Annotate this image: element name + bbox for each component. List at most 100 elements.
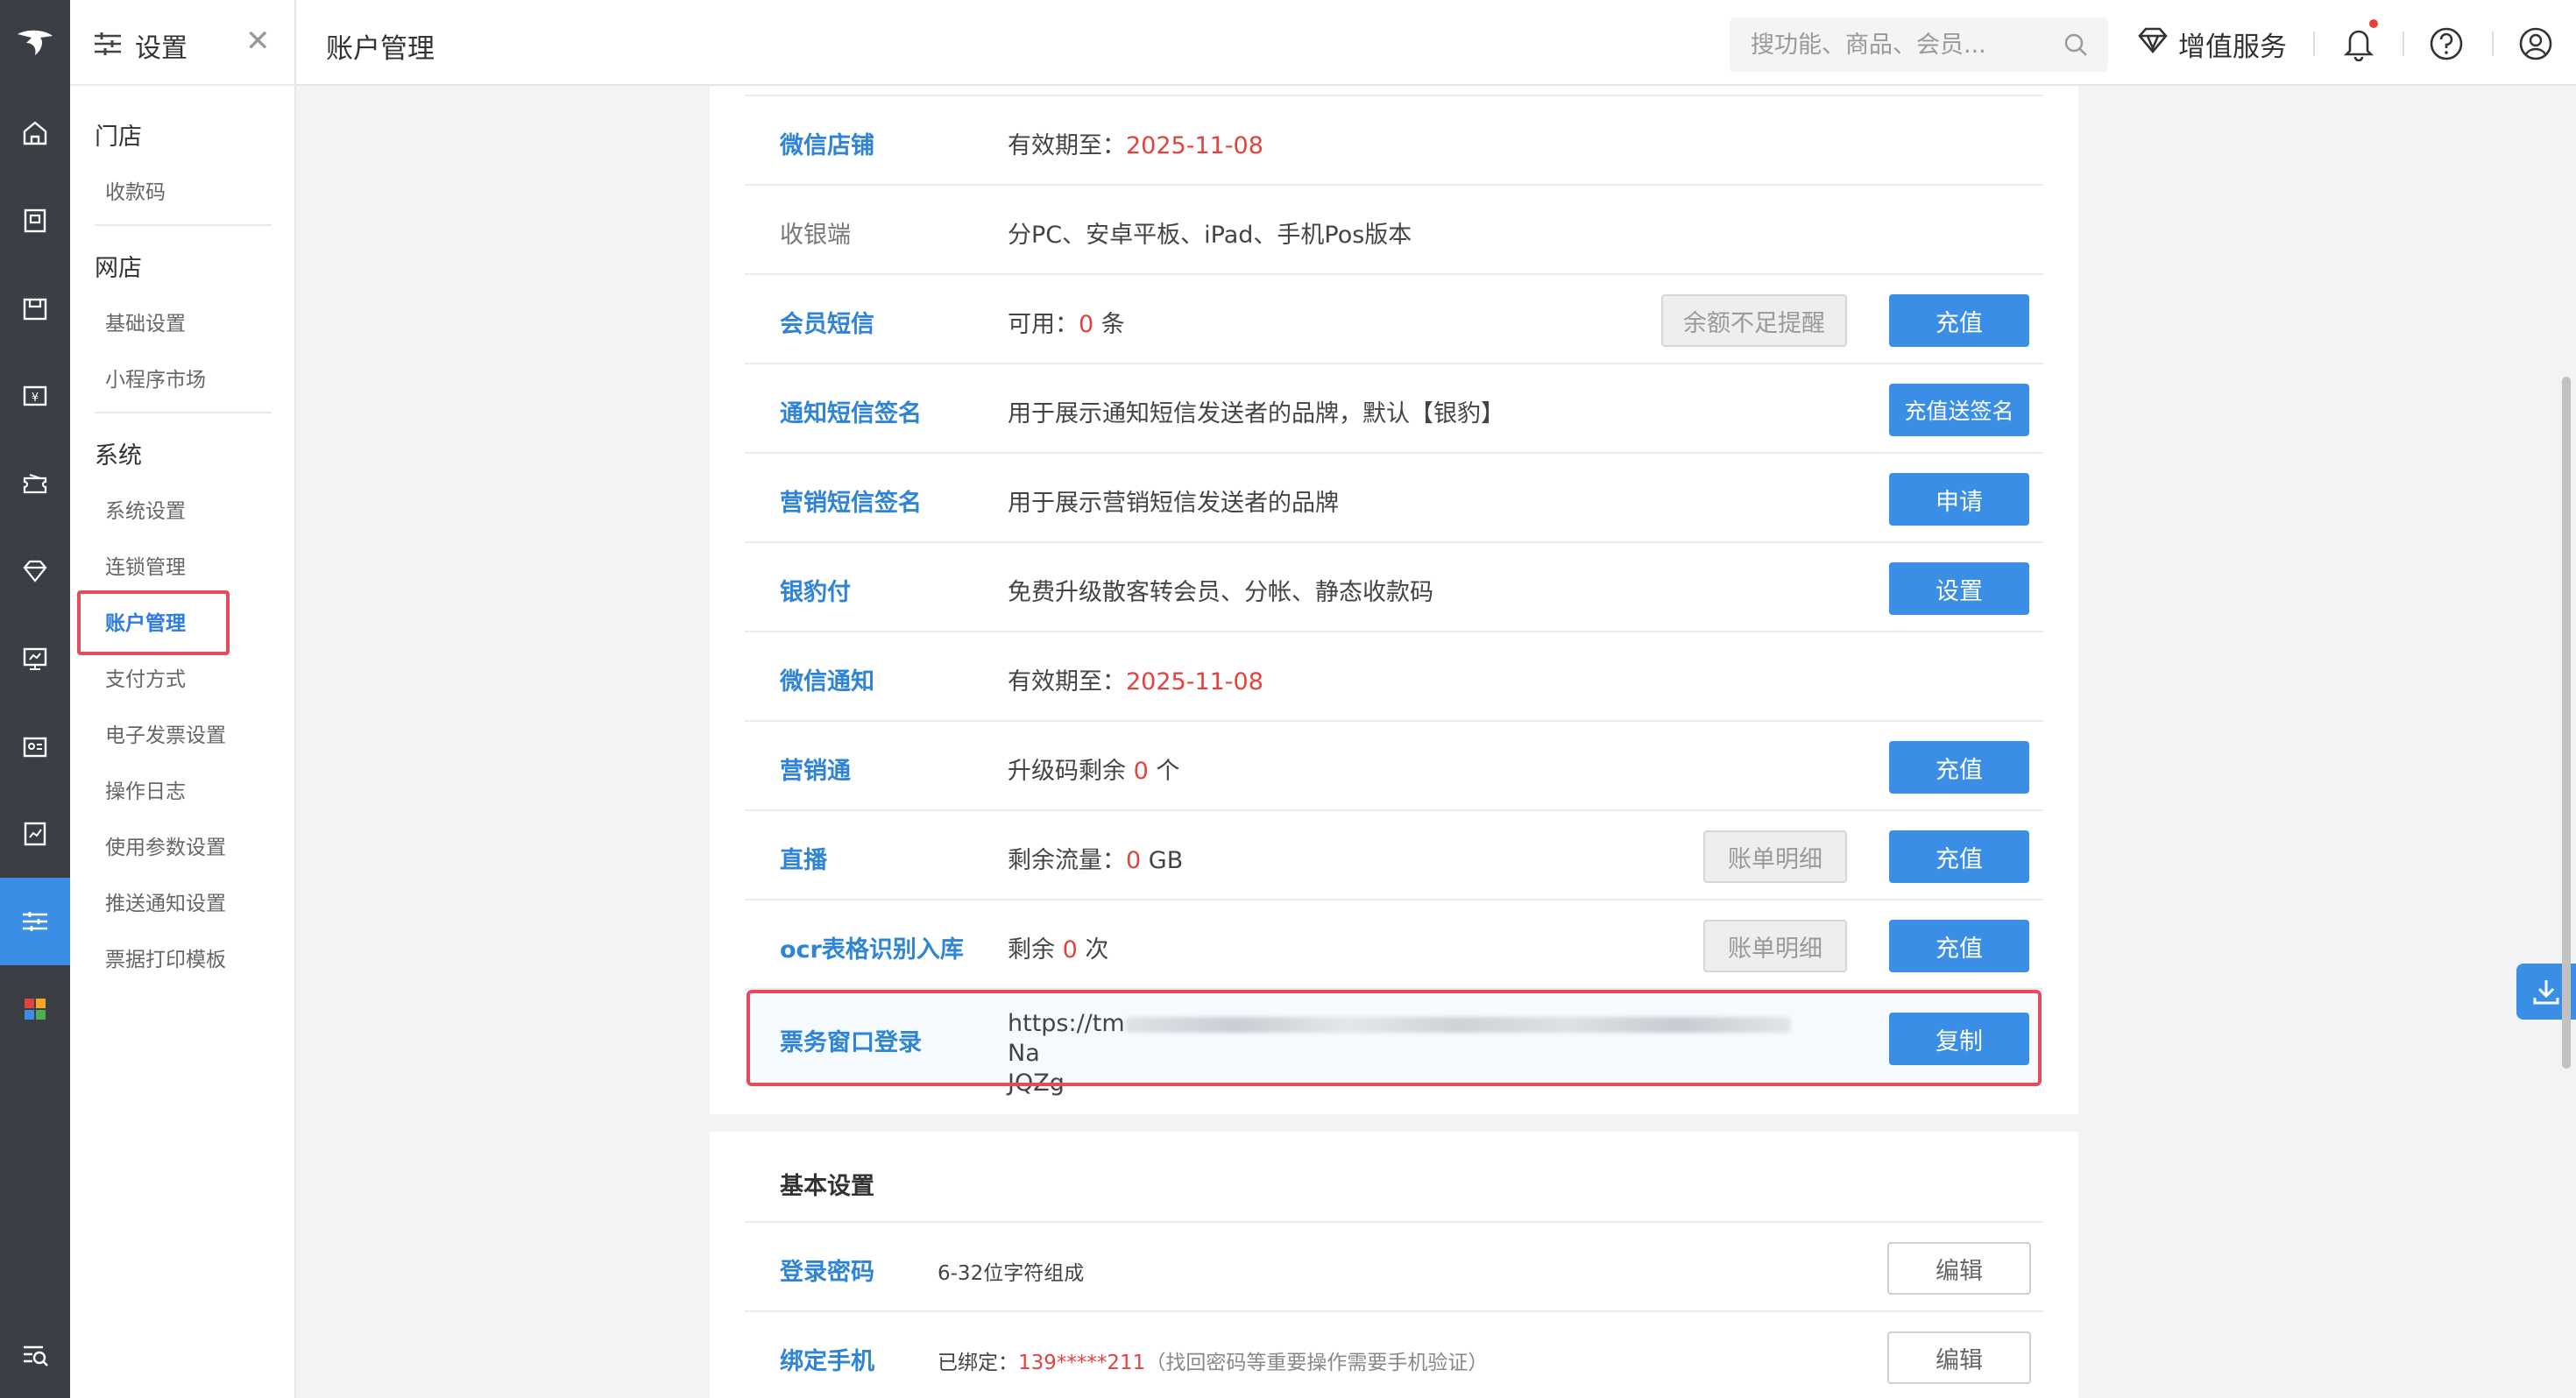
service-name[interactable]: 营销短信签名 <box>780 484 922 518</box>
service-name[interactable]: 直播 <box>780 841 827 875</box>
store-icon[interactable] <box>0 265 70 352</box>
services-card: 微信店铺 有效期至：2025-11-08 收银端 分PC、安卓平板、iPad、手… <box>710 86 2078 1114</box>
low-balance-reminder-button[interactable]: 余额不足提醒 <box>1661 294 1847 347</box>
screen-icon[interactable] <box>0 615 70 703</box>
top-bar: 账户管理 增值服务 <box>296 0 2576 86</box>
sidebar-item-receipt-template[interactable]: 票据打印模板 <box>105 943 226 972</box>
sidebar-item-operation-log[interactable]: 操作日志 <box>105 774 186 804</box>
bill-details-button[interactable]: 账单明细 <box>1703 830 1847 883</box>
search-input[interactable] <box>1751 28 2049 61</box>
recharge-signature-button[interactable]: 充值送签名 <box>1889 384 2029 436</box>
upgrade-code-count: 0 <box>1133 758 1149 785</box>
goods-icon[interactable] <box>0 177 70 265</box>
sms-count: 0 <box>1079 311 1094 338</box>
divider <box>95 412 272 413</box>
help-icon[interactable] <box>2429 26 2464 65</box>
scrollbar[interactable] <box>2562 377 2571 1069</box>
apply-button[interactable]: 申请 <box>1889 473 2029 526</box>
service-row-member-sms: 会员短信 可用：0 条 余额不足提醒 充值 <box>745 275 2043 364</box>
active-item-highlight <box>77 590 230 655</box>
group-label-online-store: 网店 <box>95 255 142 282</box>
sidebar-item-basic-settings[interactable]: 基础设置 <box>105 307 186 336</box>
service-row-live: 直播 剩余流量：0 GB 账单明细 充值 <box>745 811 2043 900</box>
marketing-icon[interactable] <box>0 440 70 527</box>
sidebar-item-e-invoice-settings[interactable]: 电子发票设置 <box>105 718 226 748</box>
copy-button[interactable]: 复制 <box>1889 1013 2029 1065</box>
service-desc: 可用：0 条 <box>1008 311 1125 338</box>
service-row-cashier: 收银端 分PC、安卓平板、iPad、手机Pos版本 <box>745 186 2043 275</box>
logo-icon[interactable] <box>0 0 70 86</box>
service-desc: 剩余 0 次 <box>1008 936 1109 964</box>
staff-icon[interactable] <box>0 703 70 790</box>
sidebar-item-payment-methods[interactable]: 支付方式 <box>105 662 186 692</box>
notification-dot <box>2369 19 2378 28</box>
divider <box>2403 32 2404 56</box>
value-added-label: 增值服务 <box>2178 31 2287 63</box>
sidebar-title: 设置 <box>135 33 188 64</box>
setting-name: 绑定手机 <box>780 1348 874 1375</box>
service-desc: 有效期至：2025-11-08 <box>1008 668 1263 695</box>
recharge-button[interactable]: 充值 <box>1889 920 2029 972</box>
group-label-system: 系统 <box>95 442 142 470</box>
search-menu-icon[interactable] <box>0 1310 70 1398</box>
service-row-wechat-store: 微信店铺 有效期至：2025-11-08 <box>745 96 2043 186</box>
recharge-button[interactable]: 充值 <box>1889 294 2029 347</box>
service-row-marketing-pass: 营销通 升级码剩余 0 个 充值 <box>745 722 2043 811</box>
service-desc: 有效期至：2025-11-08 <box>1008 132 1263 159</box>
edit-phone-button[interactable]: 编辑 <box>1887 1331 2031 1384</box>
expiry-date: 2025-11-08 <box>1126 668 1263 695</box>
service-row-wechat-notify: 微信通知 有效期至：2025-11-08 <box>745 632 2043 722</box>
apps-icon[interactable] <box>0 965 70 1053</box>
sidebar-item-usage-params[interactable]: 使用参数设置 <box>105 830 226 860</box>
service-name[interactable]: 微信店铺 <box>780 126 874 160</box>
edit-password-button[interactable]: 编辑 <box>1887 1242 2031 1295</box>
download-icon <box>2533 980 2559 1005</box>
report-icon[interactable] <box>0 790 70 878</box>
service-name[interactable]: 营销通 <box>780 752 851 786</box>
sidebar-item-mini-program-market[interactable]: 小程序市场 <box>105 363 206 392</box>
service-desc: 用于展示通知短信发送者的品牌，默认【银豹】 <box>1008 400 1504 427</box>
value-added-services-button[interactable]: 增值服务 <box>2136 25 2287 63</box>
service-name[interactable]: 通知短信签名 <box>780 394 922 428</box>
divider <box>2313 32 2315 56</box>
sidebar-item-payment-code[interactable]: 收款码 <box>105 175 166 205</box>
setting-name: 登录密码 <box>780 1259 874 1286</box>
home-icon[interactable] <box>0 89 70 177</box>
svg-text:¥: ¥ <box>32 392 39 405</box>
redacted-text <box>1124 1016 1791 1033</box>
search-icon[interactable] <box>2063 32 2089 61</box>
recharge-button[interactable]: 充值 <box>1889 830 2029 883</box>
service-desc: 免费升级散客转会员、分帐、静态收款码 <box>1008 579 1433 606</box>
ocr-remaining: 0 <box>1062 936 1078 964</box>
user-avatar-icon[interactable] <box>2518 26 2553 65</box>
search-box <box>1730 18 2108 72</box>
setting-row-password: 登录密码 6-32位字符组成 编辑 <box>745 1223 2043 1312</box>
settings-button[interactable]: 设置 <box>1889 562 2029 615</box>
bill-details-button[interactable]: 账单明细 <box>1703 920 1847 972</box>
service-name[interactable]: 微信通知 <box>780 662 874 696</box>
settings-sidebar: 设置 ✕ 门店 收款码 网店 基础设置 小程序市场 系统 系统设置 连锁管理 账… <box>70 0 296 1398</box>
close-icon[interactable]: ✕ <box>245 26 271 56</box>
member-icon[interactable] <box>0 527 70 615</box>
service-name[interactable]: 银豹付 <box>780 573 851 607</box>
service-name[interactable]: 票务窗口登录 <box>780 1023 922 1057</box>
bell-icon[interactable] <box>2341 25 2376 65</box>
sidebar-item-system-settings[interactable]: 系统设置 <box>105 494 186 524</box>
service-desc: 用于展示营销短信发送者的品牌 <box>1008 490 1339 517</box>
service-row-ocr: ocr表格识别入库 剩余 0 次 账单明细 充值 <box>745 900 2043 990</box>
service-row-yinbao-pay: 银豹付 免费升级散客转会员、分帐、静态收款码 设置 <box>745 543 2043 632</box>
sidebar-item-push-notification[interactable]: 推送通知设置 <box>105 886 226 916</box>
settings-icon[interactable] <box>0 878 70 965</box>
service-row-ticket-login: 票务窗口登录 https://tmNa JQZg 复制 <box>745 990 2043 1097</box>
service-name[interactable]: 会员短信 <box>780 305 874 339</box>
diamond-icon <box>2136 25 2169 62</box>
ticket-login-url[interactable]: https://tmNa JQZg <box>1008 1009 1822 1098</box>
sidebar-item-chain-management[interactable]: 连锁管理 <box>105 550 186 580</box>
cashier-icon[interactable]: ¥ <box>0 352 70 440</box>
service-name[interactable]: ocr表格识别入库 <box>780 930 964 964</box>
recharge-button[interactable]: 充值 <box>1889 741 2029 794</box>
service-row-notify-sms-signature: 通知短信签名 用于展示通知短信发送者的品牌，默认【银豹】 充值送签名 <box>745 364 2043 454</box>
expiry-date: 2025-11-08 <box>1126 132 1263 159</box>
sidebar-header: 设置 ✕ <box>70 0 296 86</box>
divider <box>2492 32 2494 56</box>
